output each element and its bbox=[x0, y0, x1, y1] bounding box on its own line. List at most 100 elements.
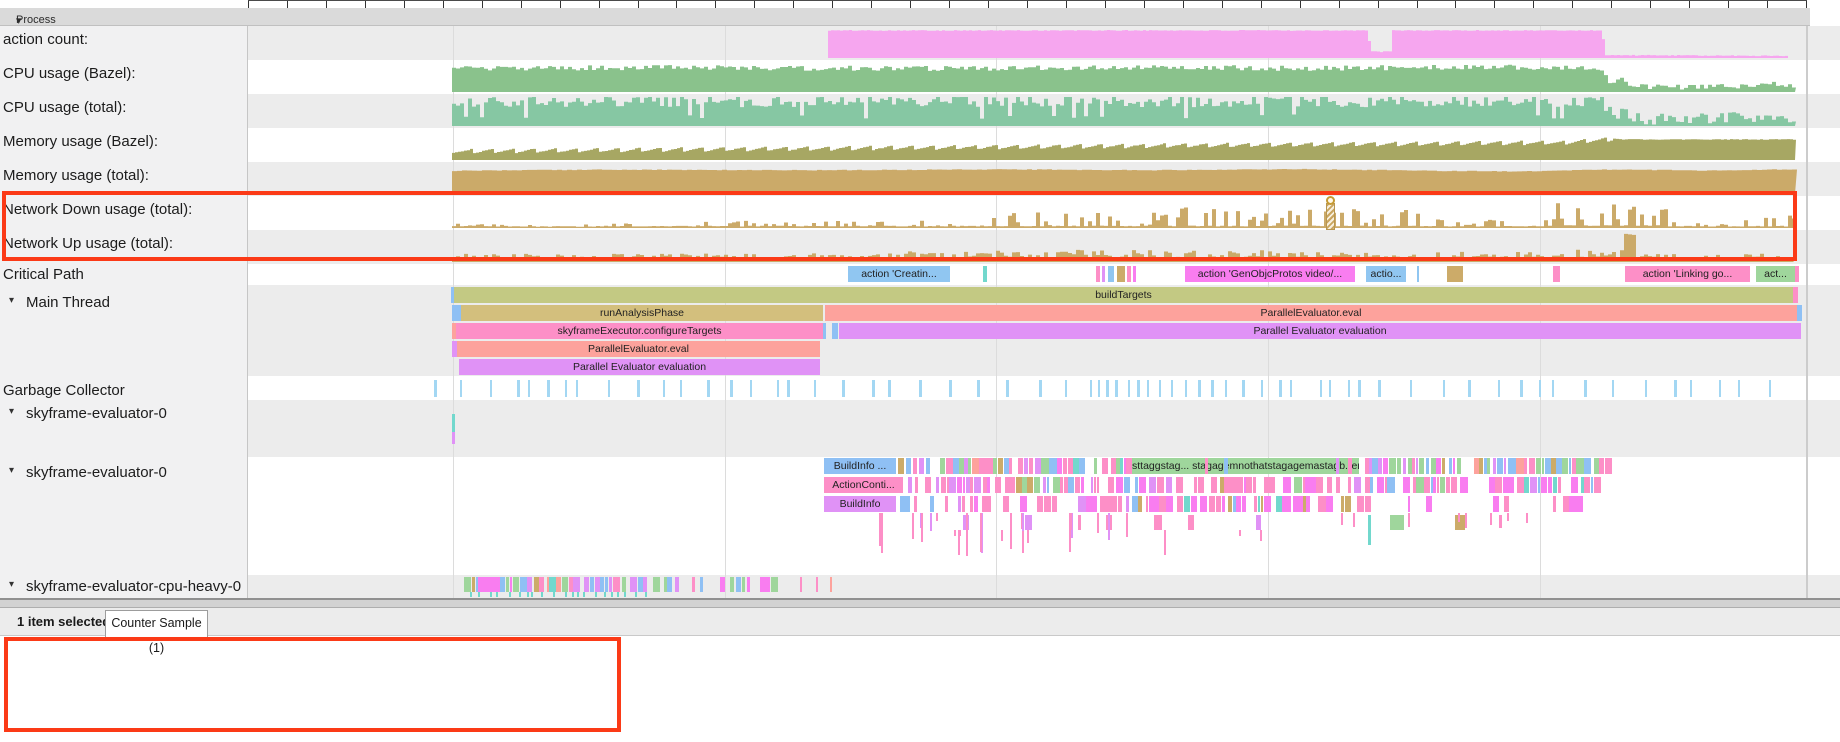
gc-tick[interactable] bbox=[1348, 380, 1351, 397]
trace-slice[interactable] bbox=[1417, 266, 1419, 282]
trace-slice[interactable] bbox=[1004, 458, 1009, 474]
trace-slice[interactable] bbox=[1166, 496, 1173, 512]
trace-slice[interactable] bbox=[1503, 477, 1507, 493]
trace-slice[interactable] bbox=[638, 577, 643, 592]
trace-slice[interactable] bbox=[1599, 458, 1604, 474]
trace-slice[interactable] bbox=[1200, 496, 1207, 512]
trace-slice[interactable]: Parallel Evaluator evaluation bbox=[459, 359, 820, 375]
trace-slice[interactable] bbox=[1057, 458, 1062, 474]
trace-slice[interactable] bbox=[1138, 496, 1142, 512]
trace-slice[interactable] bbox=[1558, 477, 1561, 493]
trace-slice[interactable] bbox=[1336, 458, 1339, 474]
deep-slice-tick[interactable] bbox=[1126, 513, 1128, 537]
trace-slice[interactable] bbox=[747, 577, 750, 592]
gc-tick[interactable] bbox=[842, 380, 845, 397]
track-label-critical-path[interactable]: Critical Path bbox=[3, 266, 84, 283]
trace-slice[interactable] bbox=[1052, 496, 1057, 512]
trace-slice[interactable] bbox=[595, 577, 600, 592]
trace-slice[interactable] bbox=[1126, 496, 1129, 512]
trace-slice[interactable] bbox=[1078, 515, 1080, 530]
gc-tick[interactable] bbox=[1106, 380, 1109, 397]
deep-slice-tick[interactable] bbox=[1097, 513, 1099, 533]
cpu-heavy-subtick[interactable] bbox=[577, 592, 579, 597]
trace-slice[interactable] bbox=[1176, 477, 1183, 493]
trace-slice[interactable] bbox=[1336, 477, 1340, 493]
trace-slice[interactable] bbox=[573, 577, 580, 592]
trace-slice[interactable] bbox=[771, 577, 779, 592]
trace-slice[interactable] bbox=[1553, 496, 1556, 512]
trace-slice[interactable] bbox=[513, 577, 520, 592]
trace-slice[interactable] bbox=[590, 577, 595, 592]
gc-tick[interactable] bbox=[1719, 380, 1722, 397]
trace-slice[interactable]: act... bbox=[1756, 266, 1795, 282]
trace-slice[interactable] bbox=[1111, 458, 1116, 474]
trace-slice[interactable] bbox=[1228, 496, 1232, 512]
gc-tick[interactable] bbox=[1185, 380, 1188, 397]
trace-slice[interactable] bbox=[1348, 458, 1352, 474]
gc-tick[interactable] bbox=[1211, 380, 1214, 397]
trace-slice[interactable] bbox=[962, 496, 965, 512]
trace-slice[interactable] bbox=[1368, 515, 1371, 545]
trace-slice[interactable] bbox=[675, 577, 680, 592]
trace-slice[interactable] bbox=[1530, 477, 1537, 493]
trace-slice[interactable] bbox=[1517, 477, 1524, 493]
trace-slice[interactable] bbox=[1296, 496, 1303, 512]
trace-slice[interactable] bbox=[957, 477, 962, 493]
trace-slice[interactable] bbox=[766, 577, 770, 592]
trace-slice[interactable] bbox=[974, 496, 978, 512]
gc-tick[interactable] bbox=[1520, 380, 1523, 397]
gc-tick[interactable] bbox=[1137, 380, 1140, 397]
trace-slice[interactable] bbox=[464, 577, 471, 592]
trace-slice[interactable] bbox=[1253, 477, 1257, 493]
trace-slice[interactable] bbox=[613, 577, 619, 592]
track-label-action-count[interactable]: action count: bbox=[3, 31, 88, 48]
deep-slice-tick[interactable] bbox=[1260, 530, 1262, 541]
trace-slice[interactable] bbox=[900, 496, 910, 512]
cpu-heavy-subtick[interactable] bbox=[553, 592, 555, 597]
trace-slice[interactable] bbox=[643, 577, 647, 592]
gc-tick[interactable] bbox=[490, 380, 493, 397]
gc-tick[interactable] bbox=[1539, 380, 1542, 397]
trace-slice[interactable] bbox=[995, 477, 1002, 493]
deep-slice-tick[interactable] bbox=[1010, 513, 1012, 549]
trace-slice[interactable] bbox=[1100, 496, 1108, 512]
deep-slice-tick[interactable] bbox=[879, 513, 881, 546]
trace-slice[interactable] bbox=[520, 577, 527, 592]
trace-slice[interactable] bbox=[600, 577, 604, 592]
trace-slice[interactable] bbox=[1493, 496, 1499, 512]
cpu-heavy-subtick[interactable] bbox=[527, 592, 529, 597]
trace-slice[interactable] bbox=[556, 577, 561, 592]
trace-slice[interactable] bbox=[982, 496, 989, 512]
trace-slice[interactable] bbox=[989, 496, 991, 512]
gc-tick[interactable] bbox=[1443, 380, 1446, 397]
trace-slice[interactable] bbox=[1548, 477, 1553, 493]
trace-slice[interactable] bbox=[1224, 477, 1232, 493]
trace-slice[interactable] bbox=[609, 577, 612, 592]
trace-slice[interactable] bbox=[1283, 477, 1291, 493]
trace-slice[interactable] bbox=[936, 477, 939, 493]
deep-slice-tick[interactable] bbox=[1465, 513, 1467, 528]
trace-slice[interactable] bbox=[1504, 458, 1507, 474]
trace-slice[interactable] bbox=[1127, 266, 1131, 282]
trace-slice[interactable]: action 'Creatin... bbox=[848, 266, 950, 282]
trace-slice[interactable] bbox=[993, 458, 997, 474]
trace-slice[interactable] bbox=[1078, 496, 1086, 512]
process-header[interactable]: ▾ Process 1 bbox=[0, 8, 1810, 26]
trace-slice[interactable] bbox=[1572, 458, 1576, 474]
trace-slice[interactable] bbox=[562, 577, 569, 592]
trace-slice[interactable] bbox=[1102, 266, 1105, 282]
trace-slice[interactable] bbox=[1261, 496, 1263, 512]
deep-slice-tick[interactable] bbox=[980, 513, 982, 552]
gc-tick[interactable] bbox=[1690, 380, 1693, 397]
trace-slice[interactable] bbox=[1009, 458, 1012, 474]
trace-slice[interactable] bbox=[1576, 458, 1584, 474]
trace-slice[interactable] bbox=[1389, 458, 1396, 474]
trace-slice[interactable] bbox=[1209, 496, 1215, 512]
trace-slice[interactable]: actio... bbox=[1366, 266, 1406, 282]
trace-slice[interactable] bbox=[1092, 496, 1097, 512]
gc-tick[interactable] bbox=[680, 380, 683, 397]
trace-slice[interactable] bbox=[1149, 496, 1156, 512]
deep-slice-tick[interactable] bbox=[936, 513, 938, 521]
gc-tick[interactable] bbox=[1115, 380, 1118, 397]
cpu-heavy-subtick[interactable] bbox=[541, 592, 543, 597]
